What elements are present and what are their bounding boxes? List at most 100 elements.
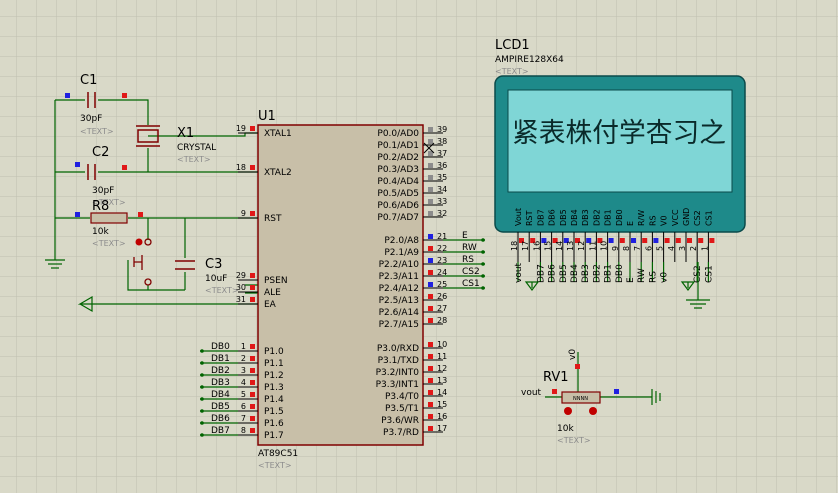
lcd-pin-number: 13 [566,241,575,251]
lcd-pin-marker [709,238,715,243]
u1-pin-marker [250,404,255,409]
u1-pin-marker [250,126,255,131]
u1-pin-number: 32 [437,209,447,218]
lcd-pin-name: DB0 [615,209,624,226]
u1-pin-marker [428,294,433,299]
u1-pin-number: 19 [236,124,246,133]
lcd-screen-text: 紧表株付学杏习之 [512,118,726,149]
u1-pin-name: P0.1/AD1 [377,141,419,151]
lcd-pin-marker [675,238,681,243]
pin-marker [75,162,80,167]
u1-pin-number: 10 [437,340,447,349]
u1-pin-name: P1.0 [264,347,284,357]
net-dot [481,238,485,242]
db-net-label: DB4 [211,390,230,400]
u1-pin-name: P3.0/RXD [377,344,419,354]
u1-pin-number: 28 [437,316,447,325]
u1-pin-number: 27 [437,304,447,313]
u1-pin-name: P0.6/AD6 [377,201,419,211]
c1-ref: C1 [80,73,97,88]
u1-pin-marker [428,127,433,132]
u1-text: <TEXT> [258,461,292,470]
rv1-dec-button[interactable] [564,407,572,415]
c1-value: 30pF [80,114,102,124]
lcd-pin-number: 9 [611,246,620,251]
lcd-pin-name: RST [525,210,534,226]
db-net-label: DB3 [211,378,230,388]
lcd-pin-name: V0 [660,215,669,226]
u1-pin-number: 13 [437,376,447,385]
u1-pin-name: XTAL1 [264,129,292,139]
u1-pin-name: P2.4/A12 [379,284,419,294]
rv1-body-label: NNNN [573,396,588,402]
u1-pin-marker [428,306,433,311]
u1-pin-marker [428,354,433,359]
lcd-pin-number: 2 [689,246,698,251]
u1-pin-number: 5 [241,390,246,399]
c2-value: 30pF [92,186,114,196]
u1-pin-name: P2.3/A11 [379,272,419,282]
net-dot [200,373,204,377]
u1-pin-marker [428,378,433,383]
u1-pin-marker [250,416,255,421]
lcd-pin-name: DB6 [548,209,557,226]
u1-pin-number: 33 [437,197,447,206]
u1-pin-marker [250,273,255,278]
u1-pin-name: P2.2/A10 [379,260,420,270]
lcd-pin-marker [664,238,670,243]
lcd-pin-number: 16 [532,241,541,251]
db-net-label: DB7 [211,426,230,436]
u1-pin-marker [250,285,255,290]
net-dot [481,250,485,254]
u1-pin-number: 7 [241,414,246,423]
lcd-pin-number: 17 [521,241,530,251]
c1-text: <TEXT> [80,127,114,136]
c3-value: 10uF [205,274,227,284]
u1-pin-name: P3.3/INT1 [376,380,419,390]
u1-pin-number: 9 [241,209,246,218]
x1-value: CRYSTAL [177,143,216,153]
u1-pin-marker [428,163,433,168]
lcd-pin-name: DB4 [570,209,579,226]
lcd-pin-name: DB5 [559,209,568,226]
lcd-pin-number: 18 [510,241,519,251]
u1-pin-number: 35 [437,173,447,182]
rv1-ref: RV1 [543,370,569,385]
u1-pin-name: P3.2/INT0 [376,368,420,378]
u1-pin-marker [250,356,255,361]
u1-pin-marker [428,211,433,216]
lcd-pin-name: Vout [514,208,523,226]
u1-pin-number: 17 [437,424,447,433]
u1-pin-name: P0.3/AD3 [377,165,419,175]
lcd-pin-number: 8 [622,246,631,251]
u1-pin-name: P1.3 [264,383,284,393]
u1-pin-name: RST [264,214,282,224]
pin-marker [75,212,80,217]
u1-pin-name: P1.1 [264,359,284,369]
u1-pin-marker [250,368,255,373]
lcd-pin-name: RS [648,215,657,226]
lcd-pin-number: 15 [544,241,553,251]
net-dot [200,409,204,413]
u1-pin-number: 14 [437,388,447,397]
lcd-net-label: DB0 [615,264,625,283]
lcd-pin-marker [631,238,636,243]
u1-pin-name: P1.2 [264,371,284,381]
lcd-net-label: DB4 [570,264,580,283]
u1-pin-name: P3.1/TXD [378,356,419,366]
lcd-pin-name: GND [682,208,691,226]
lcd-pin-name: R/W [637,210,646,226]
u1-pin-number: 37 [437,149,447,158]
lcd-pin-number: 4 [667,246,676,251]
lcd-pin-number: 14 [555,241,564,251]
lcd-net-label: DB3 [581,264,591,283]
chip-u1[interactable]: U1 AT89C51 <TEXT> 19XTAL118XTAL29RST29PS… [236,109,447,470]
u1-pin-number: 2 [241,354,246,363]
u1-pin-name: P1.4 [264,395,284,405]
x1-text: <TEXT> [177,155,211,164]
lcd-pin-marker [619,238,625,243]
rv1-inc-button[interactable] [589,407,597,415]
u1-pin-number: 4 [241,378,246,387]
p2-net-label: RS [462,255,474,265]
lcd-pin-marker [642,238,648,243]
